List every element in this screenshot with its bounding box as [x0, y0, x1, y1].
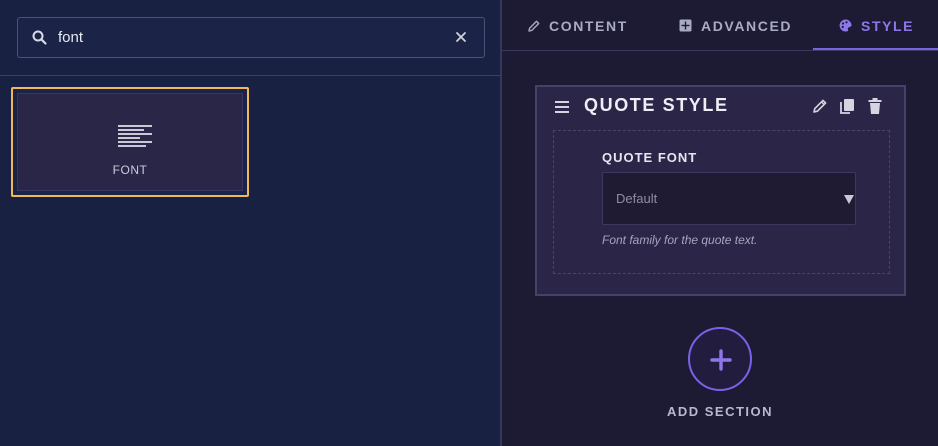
widget-panel: FONT: [0, 0, 500, 446]
search-box[interactable]: [17, 17, 485, 58]
field-label: QUOTE FONT: [602, 150, 698, 165]
section-title: QUOTE STYLE: [584, 95, 729, 115]
drag-handle-icon[interactable]: [554, 100, 570, 114]
grid-plus-icon: [679, 19, 692, 32]
tab-style[interactable]: STYLE: [839, 0, 914, 51]
plus-icon: [710, 349, 732, 371]
edit-icon[interactable]: [811, 97, 829, 115]
section-body: QUOTE FONT Default Font family for the q…: [553, 130, 890, 274]
settings-panel: CONTENT ADVANCED STYLE QUOTE STYLE QUOTE…: [502, 0, 938, 446]
caret-down-icon: [844, 195, 854, 204]
tab-label: CONTENT: [549, 17, 628, 34]
tab-label: ADVANCED: [701, 17, 793, 34]
active-tab-indicator: [813, 48, 938, 50]
tab-bar: CONTENT ADVANCED STYLE: [502, 0, 938, 51]
widget-label: FONT: [112, 163, 148, 177]
select-value: Default: [616, 191, 658, 206]
close-icon[interactable]: [452, 28, 470, 46]
widget-font-inner: FONT: [17, 93, 243, 191]
tab-content[interactable]: CONTENT: [528, 0, 628, 51]
tab-label: STYLE: [861, 17, 915, 34]
search-icon: [32, 30, 47, 45]
palette-icon: [839, 19, 852, 32]
tab-advanced[interactable]: ADVANCED: [679, 0, 792, 51]
trash-icon[interactable]: [866, 97, 884, 115]
search-bar: [0, 0, 500, 76]
add-section-button[interactable]: [688, 327, 752, 391]
widget-font[interactable]: FONT: [11, 87, 249, 197]
search-input[interactable]: [58, 18, 448, 57]
quote-font-select[interactable]: Default: [602, 172, 856, 225]
section-quote-style: QUOTE STYLE QUOTE FONT Default Font fami…: [535, 85, 906, 296]
add-section-label[interactable]: ADD SECTION: [502, 404, 938, 419]
text-align-left-icon: [118, 125, 152, 147]
pencil-icon: [528, 20, 540, 32]
field-help-text: Font family for the quote text.: [602, 233, 758, 247]
duplicate-icon[interactable]: [838, 97, 856, 115]
